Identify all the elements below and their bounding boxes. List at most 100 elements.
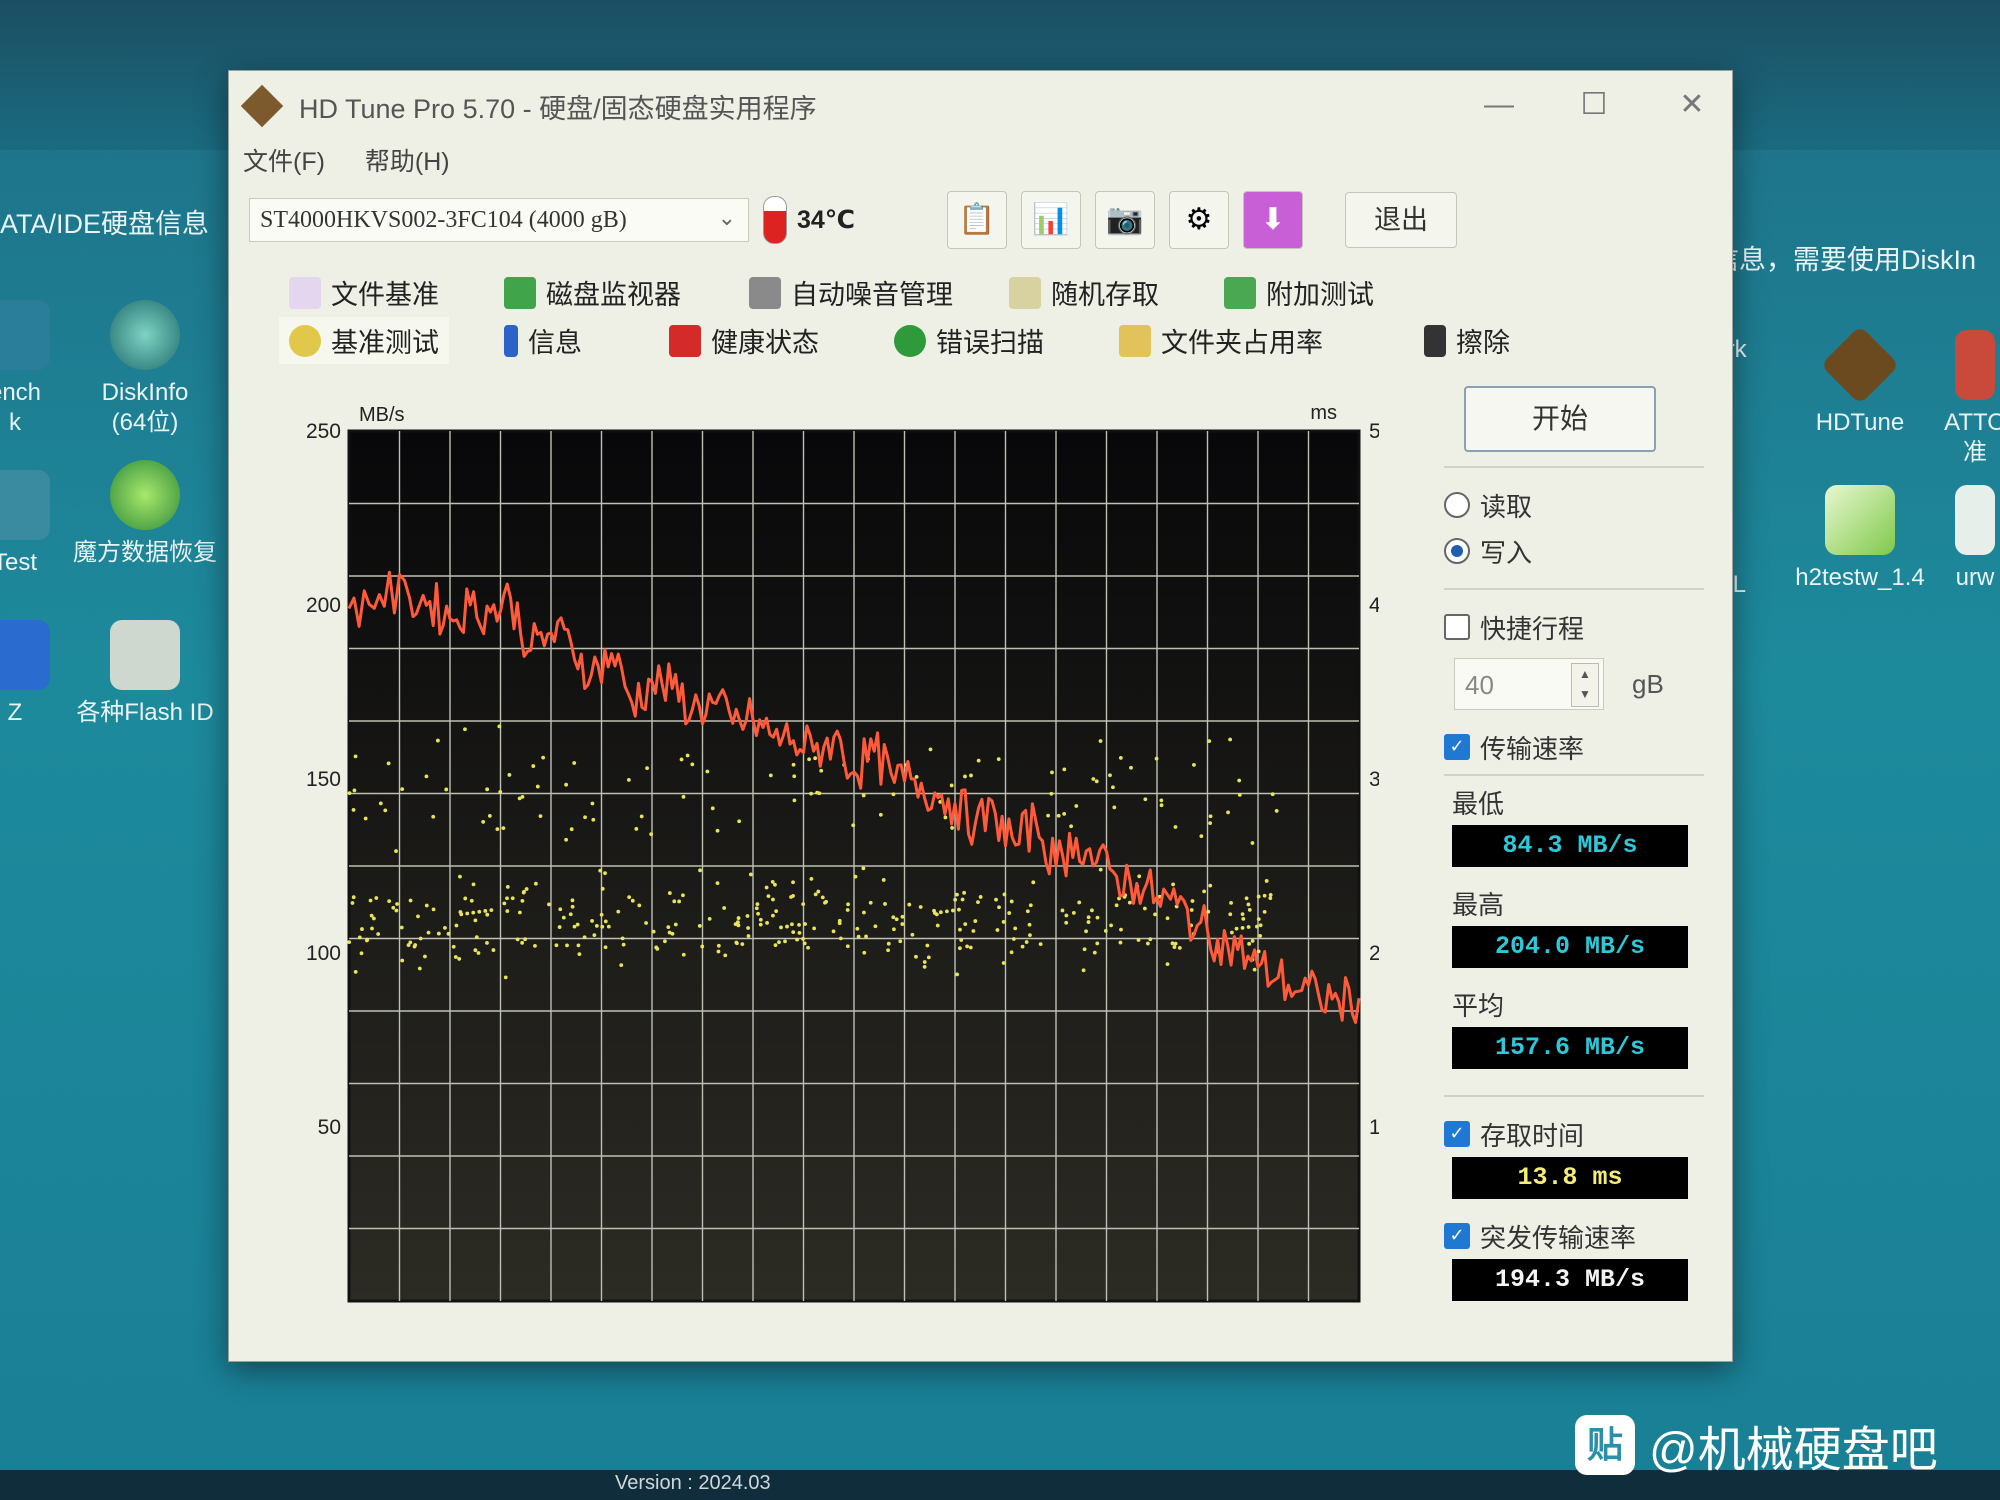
access-time-point (1258, 933, 1263, 938)
menu-file[interactable]: 文件(F) (243, 142, 325, 178)
access-time-point (572, 761, 577, 765)
test-icon (0, 470, 50, 540)
access-time-point (387, 899, 392, 903)
access-time-point (900, 922, 905, 926)
spin-arrows-icon[interactable]: ▲ ▼ (1571, 663, 1599, 707)
flash-id-icon (110, 620, 180, 690)
access-time-point (853, 874, 858, 879)
exit-button[interactable]: 退出 (1345, 192, 1457, 248)
access-time-point (454, 923, 459, 928)
watermark: 贴 @机械硬盘吧 (1575, 1410, 1938, 1480)
write-radio[interactable]: 写入 (1444, 528, 1704, 574)
menu-help[interactable]: 帮助(H) (365, 142, 450, 178)
access-time-point (352, 788, 357, 793)
access-time-point (1240, 925, 1245, 930)
tieba-logo-icon: 贴 (1575, 1415, 1635, 1475)
access-time-point (417, 966, 422, 971)
transfer-rate-checkbox[interactable]: ✓ 传输速率 (1444, 724, 1704, 770)
access-time-point (856, 934, 861, 939)
access-time-point (918, 905, 923, 909)
access-time-point (1256, 917, 1261, 922)
desktop-icon-flashid[interactable]: 各种Flash ID (70, 620, 220, 728)
access-time-point (881, 878, 886, 882)
access-time-point (458, 874, 462, 879)
chevron-down-icon: ⌄ (717, 205, 736, 230)
short-stroke-input[interactable]: 40 ▲ ▼ (1454, 658, 1604, 710)
access-time-point (766, 894, 771, 899)
access-time-point (1086, 915, 1091, 920)
access-time-point (1090, 908, 1094, 913)
access-time-point (838, 936, 843, 941)
read-radio[interactable]: 读取 (1444, 482, 1704, 528)
tab-aam[interactable]: 自动噪音管理 (749, 273, 953, 312)
access-time-point (431, 814, 436, 819)
access-time-point (959, 938, 964, 942)
desktop-icon-h2testw[interactable]: h2testw_1.4 (1785, 485, 1935, 593)
access-time-point (1199, 834, 1204, 839)
access-time-point (431, 907, 436, 912)
tab-file-benchmark[interactable]: 文件基准 (289, 273, 439, 312)
minimize-button[interactable]: — (1469, 83, 1529, 127)
tab-erase[interactable]: 擦除 (1424, 321, 1510, 360)
access-time-point (681, 893, 685, 898)
access-time-point (1038, 942, 1043, 947)
avg-value: 157.6 MB/s (1452, 1027, 1688, 1069)
desktop-icon-recovery[interactable]: 魔方数据恢复 (70, 460, 220, 568)
access-time-point (785, 924, 789, 929)
access-time-point (715, 828, 720, 833)
access-time-point (1252, 967, 1257, 972)
access-time-point (797, 930, 802, 935)
desktop-icon-hdtune[interactable]: HDTune (1785, 325, 1935, 438)
access-time-point (533, 943, 537, 948)
copy-all-button[interactable]: 📊 (1021, 191, 1081, 249)
drive-select[interactable]: ST4000HKVS002-3FC104 (4000 gB) ⌄ (249, 198, 749, 242)
access-time-point (957, 907, 961, 912)
tab-benchmark[interactable]: 基准测试 (279, 317, 449, 364)
desktop-icon-atto[interactable]: ATTO 准 (1930, 330, 2000, 468)
tab-folder-usage[interactable]: 文件夹占用率 (1119, 321, 1323, 360)
access-time-point (950, 826, 955, 830)
access-time-point (673, 922, 678, 927)
access-time-point (394, 908, 399, 913)
access-time-point (771, 897, 775, 902)
divider (1444, 466, 1704, 468)
access-time-point (395, 902, 399, 906)
access-time-point (1241, 916, 1246, 921)
access-time-checkbox[interactable]: ✓ 存取时间 (1444, 1111, 1704, 1157)
access-time-point (1013, 926, 1018, 931)
download-button[interactable]: ⬇ (1243, 191, 1303, 249)
access-time-point (418, 936, 423, 941)
desktop-icon-urw[interactable]: urw (1930, 485, 2000, 593)
copy-info-button[interactable]: 📋 (947, 191, 1007, 249)
tab-extra-tests[interactable]: 附加测试 (1224, 273, 1374, 312)
tab-disk-monitor[interactable]: 磁盘监视器 (504, 273, 681, 312)
access-time-point (347, 940, 352, 945)
close-button[interactable]: ✕ (1662, 83, 1722, 127)
access-time-point (538, 814, 543, 818)
tab-random-access[interactable]: 随机存取 (1009, 273, 1159, 312)
access-time-point (1094, 779, 1099, 784)
tab-error-scan[interactable]: 错误扫描 (894, 321, 1044, 360)
access-time-point (1086, 920, 1091, 924)
maximize-button[interactable]: ☐ (1564, 83, 1624, 127)
desktop-icon-diskinfo[interactable]: DiskInfo (64位) (70, 300, 220, 438)
access-time-point (997, 905, 1001, 910)
access-time-point (458, 910, 463, 914)
options-button[interactable]: ⚙ (1169, 191, 1229, 249)
access-time-point (1256, 949, 1261, 954)
access-time-point (791, 880, 795, 885)
short-stroke-checkbox[interactable]: 快捷行程 (1444, 604, 1704, 650)
access-time-point (815, 790, 820, 795)
access-time-point (645, 766, 649, 771)
access-time-point (754, 906, 759, 911)
grid (349, 431, 1359, 1301)
access-time-point (627, 895, 632, 900)
tab-info[interactable]: 信息 (504, 321, 582, 360)
access-time-point (569, 827, 574, 832)
access-time-point (1207, 739, 1212, 743)
screenshot-button[interactable]: 📷 (1095, 191, 1155, 249)
burst-rate-checkbox[interactable]: ✓ 突发传输速率 (1444, 1213, 1704, 1259)
tab-health[interactable]: 健康状态 (669, 321, 819, 360)
access-time-point (1077, 900, 1082, 905)
start-button[interactable]: 开始 (1464, 386, 1656, 452)
